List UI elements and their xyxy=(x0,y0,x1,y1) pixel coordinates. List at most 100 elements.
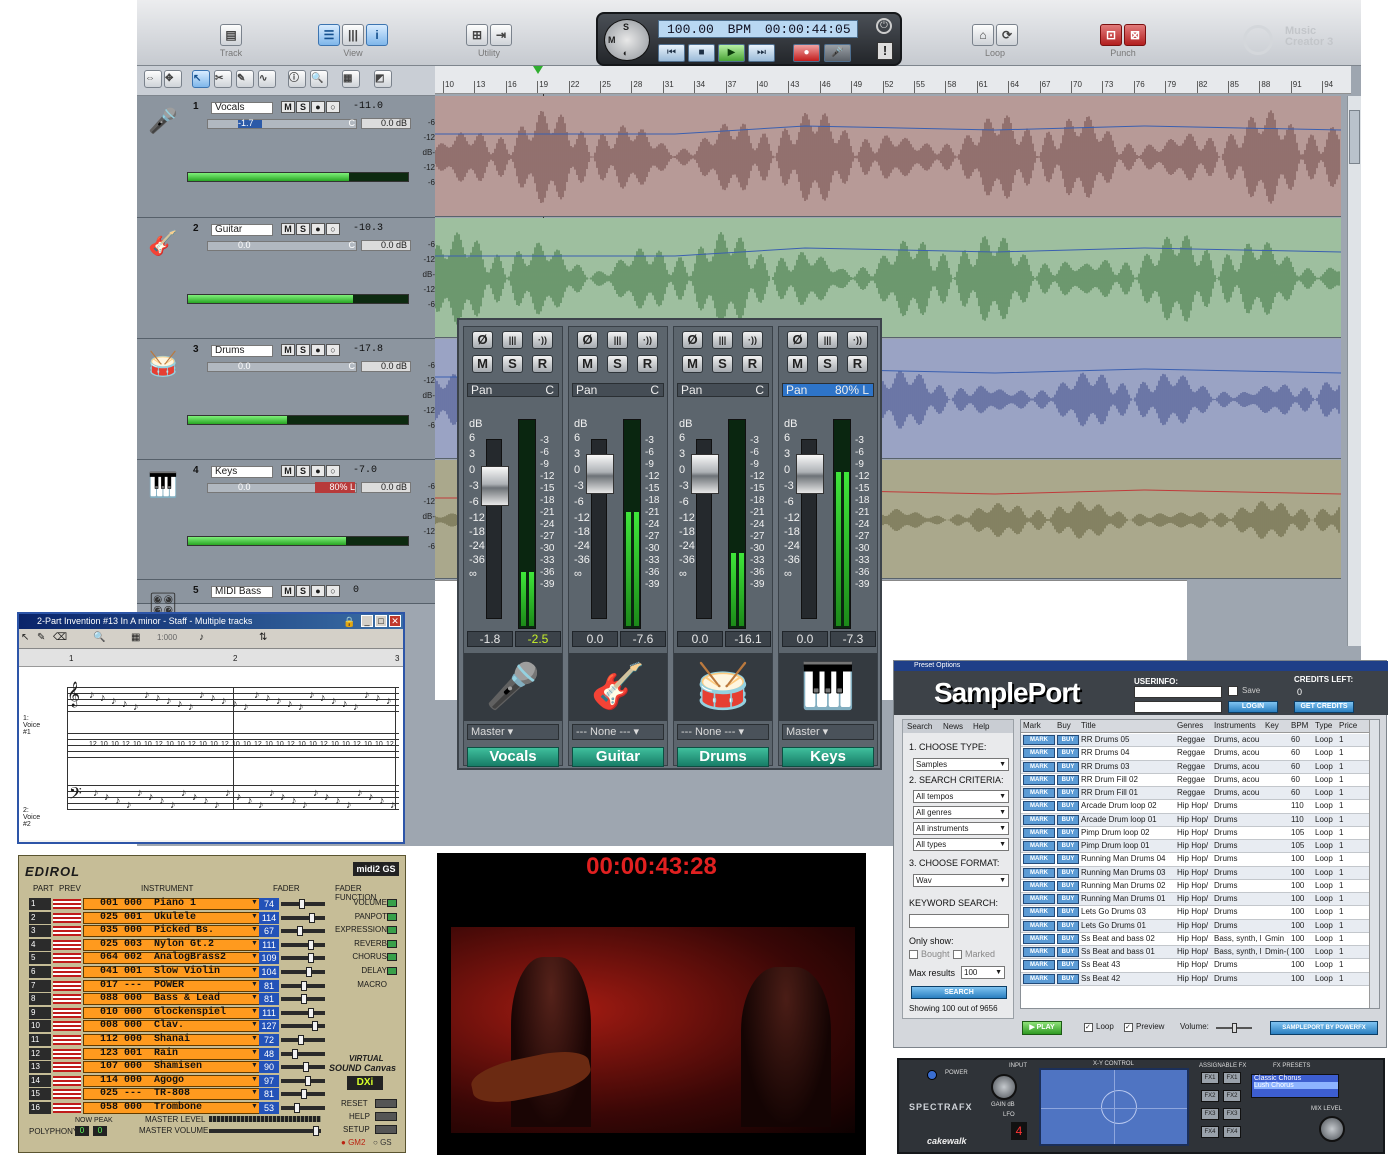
result-row[interactable]: MARK BUY Ss Beat 43 Hip Hop/Drums 100 Loop 1 xyxy=(1021,959,1379,973)
buy-button[interactable]: BUY xyxy=(1057,960,1079,971)
mark-button[interactable]: MARK xyxy=(1023,788,1055,798)
grid-icon[interactable]: ▦ xyxy=(342,70,360,88)
tempo-display[interactable]: 100.00 BPM xyxy=(667,22,751,37)
track-trim-db[interactable]: 0.0 dB xyxy=(361,361,411,372)
prev-flag-icon[interactable] xyxy=(53,980,81,991)
search-button[interactable]: SEARCH xyxy=(911,986,1007,999)
track-pan-value[interactable]: C xyxy=(315,118,356,129)
fader-value[interactable]: 81 xyxy=(259,993,279,1006)
fader-function-button[interactable] xyxy=(387,953,397,962)
fader-handle[interactable] xyxy=(308,1007,315,1018)
now-time-marker-icon[interactable] xyxy=(533,66,543,74)
username-input[interactable] xyxy=(1134,686,1222,698)
solo-button[interactable]: S xyxy=(296,223,310,235)
get-credits-button[interactable]: GET CREDITS xyxy=(1294,701,1354,713)
output-select[interactable]: --- None --- ▾ xyxy=(572,724,664,740)
peak-readout[interactable]: -16.1 xyxy=(725,631,771,647)
mute-button[interactable]: M xyxy=(281,344,295,356)
fader-knob[interactable] xyxy=(691,454,719,494)
record-button[interactable]: ● xyxy=(793,44,820,62)
stop-button[interactable]: ■ xyxy=(688,44,715,62)
buy-button[interactable]: BUY xyxy=(1057,920,1079,931)
power-button[interactable] xyxy=(927,1070,937,1080)
col-header-type[interactable]: Type xyxy=(1315,720,1337,732)
mark-button[interactable]: MARK xyxy=(1023,933,1055,944)
fader-knob[interactable] xyxy=(586,454,614,494)
panic-button[interactable]: ! xyxy=(877,42,893,60)
staff-body[interactable]: ♪ 12 ♪ ♪ 10 ♪ ♪ 10 ♪ ♪ 12 ♪ ♪ 10 ♪ ♪ 10 ♪ ♪ 12 ♪ ♪ 10 ♪ ♪ 10 ♪ ♪ 12 ♪… xyxy=(19,667,403,840)
note-duration-icon[interactable]: ♪ xyxy=(199,632,204,643)
track-pan-value[interactable]: C xyxy=(315,361,356,372)
timeline-ruler[interactable]: 10 13 16 19 22 25 28 31 34 37 40 43 46 49 52 55 58 61 64 67… xyxy=(435,66,1351,94)
track-trim-db[interactable]: 0.0 dB xyxy=(361,482,411,493)
fader-handle[interactable] xyxy=(312,1021,319,1032)
eraser-icon[interactable]: ⌫ xyxy=(53,632,67,643)
rewind-button[interactable]: ⏮ xyxy=(658,44,685,62)
fader-value[interactable]: 114 xyxy=(259,911,279,924)
volume-fader[interactable] xyxy=(481,439,509,619)
prev-flag-icon[interactable] xyxy=(53,1075,81,1086)
buy-button[interactable]: BUY xyxy=(1057,814,1079,825)
fader-function-button[interactable] xyxy=(387,967,397,975)
fader-function-button[interactable] xyxy=(387,939,397,948)
pan-control[interactable]: Pan 80% L xyxy=(782,383,874,397)
interleave-button[interactable]: ||| xyxy=(712,331,733,349)
select-tool-icon[interactable]: ↖ xyxy=(21,632,29,643)
play-button[interactable]: ▶ PLAY xyxy=(1022,1021,1062,1035)
fader-value[interactable]: 81 xyxy=(259,1088,279,1101)
input-echo-button[interactable]: ·)) xyxy=(532,331,553,349)
close-icon[interactable]: ✕ xyxy=(389,615,401,627)
strip-name[interactable]: Drums xyxy=(677,747,769,767)
clip-vocals[interactable] xyxy=(435,96,1341,217)
fader-value[interactable]: 111 xyxy=(259,938,279,951)
track-volume[interactable]: -11.0 xyxy=(353,101,383,112)
fader-knob[interactable] xyxy=(481,466,509,506)
instrument-select[interactable]: 035 000 Picked Bs. xyxy=(83,925,263,938)
loop-checkbox[interactable]: ✓ xyxy=(1084,1023,1093,1032)
track-drums[interactable]: 🥁 3 Drums M S ● ○ -17.8 0.0 C 0.0 dB xyxy=(137,339,435,460)
part-row[interactable]: 3 035 000 Picked Bs. ▼ 67 xyxy=(29,925,325,938)
result-row[interactable]: MARK BUY Running Man Drums 02 Hip Hop/Drums… xyxy=(1021,880,1379,893)
track-name-field[interactable]: Keys xyxy=(211,466,273,478)
mute-button[interactable]: M xyxy=(472,355,493,373)
track-name-field[interactable]: Drums xyxy=(211,345,273,357)
input-echo-button[interactable]: ·)) xyxy=(847,331,868,349)
part-row[interactable]: 4 025 003 Nylon Gt.2 ▼ 111 xyxy=(29,938,325,952)
part-row[interactable]: 5 064 002 AnalogBrass2 ▼ 109 xyxy=(29,952,325,965)
prev-flag-icon[interactable] xyxy=(53,1089,81,1100)
instrument-select[interactable]: 017 --- POWER xyxy=(83,979,263,992)
solo-button[interactable]: S xyxy=(296,344,310,356)
fader-handle[interactable] xyxy=(300,994,307,1005)
pan-control[interactable]: Pan C xyxy=(467,383,559,397)
cut-tool-icon[interactable]: ✂ xyxy=(214,70,232,88)
fader-readout[interactable]: 0.0 xyxy=(677,631,723,647)
save-checkbox[interactable] xyxy=(1228,686,1238,696)
fader-value[interactable]: 97 xyxy=(259,1074,279,1087)
zoom-icon[interactable]: 🔍 xyxy=(93,632,105,643)
punch-set-icon[interactable]: ⊡ xyxy=(1100,24,1122,46)
mark-button[interactable]: MARK xyxy=(1023,907,1055,918)
part-fader[interactable] xyxy=(281,980,325,991)
bought-checkbox[interactable] xyxy=(909,950,918,959)
prev-flag-icon[interactable] xyxy=(53,899,81,909)
fader-value[interactable]: 74 xyxy=(259,898,279,910)
fader-handle[interactable] xyxy=(298,1035,305,1045)
instrument-dropdown-icon[interactable]: ▼ xyxy=(251,1021,258,1028)
snap-grid-icon[interactable]: ◩ xyxy=(374,70,392,88)
result-row[interactable]: MARK BUY Lets Go Drums 03 Hip Hop/Drums 100 L… xyxy=(1021,906,1379,920)
fader-handle[interactable] xyxy=(304,1075,311,1086)
scroll-thumb[interactable] xyxy=(1349,110,1360,164)
fader-readout[interactable]: 0.0 xyxy=(782,631,828,647)
mark-button[interactable]: MARK xyxy=(1023,960,1055,971)
fader-handle[interactable] xyxy=(303,1062,310,1073)
prev-flag-icon[interactable] xyxy=(53,1048,81,1059)
track-name-field[interactable]: Vocals xyxy=(211,102,273,114)
part-row[interactable]: 14 114 000 Agogo ▼ 97 xyxy=(29,1074,325,1088)
solo-button[interactable]: S xyxy=(502,355,523,373)
fader-handle[interactable] xyxy=(300,1089,307,1100)
col-header-instruments[interactable]: Instruments xyxy=(1214,720,1264,732)
instrument-dropdown-icon[interactable]: ▼ xyxy=(251,981,258,988)
loop-toggle-icon[interactable]: ⟳ xyxy=(996,24,1018,46)
video-frame[interactable] xyxy=(451,927,855,1133)
fader-handle[interactable] xyxy=(308,939,315,950)
